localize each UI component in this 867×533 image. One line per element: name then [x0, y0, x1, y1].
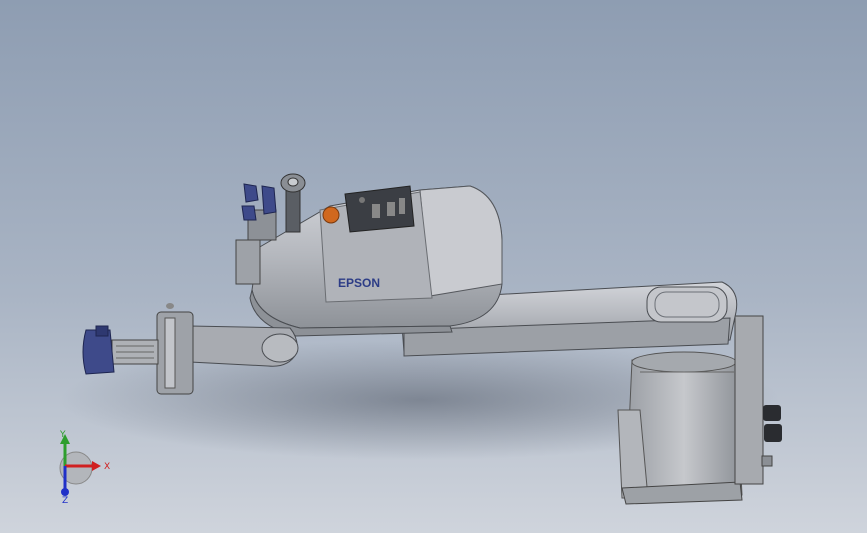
- triad-label-y: Y: [59, 430, 66, 440]
- triad-label-x: X: [104, 462, 110, 472]
- cad-viewport[interactable]: EPSON Y X Z: [0, 0, 867, 533]
- estop-button[interactable]: [322, 206, 340, 224]
- cable-connector: [761, 405, 782, 467]
- coordinate-triad: Y X Z: [59, 430, 110, 506]
- triad-label-z: Z: [62, 496, 68, 506]
- control-panel: [344, 185, 415, 233]
- brand-label: EPSON: [338, 276, 380, 290]
